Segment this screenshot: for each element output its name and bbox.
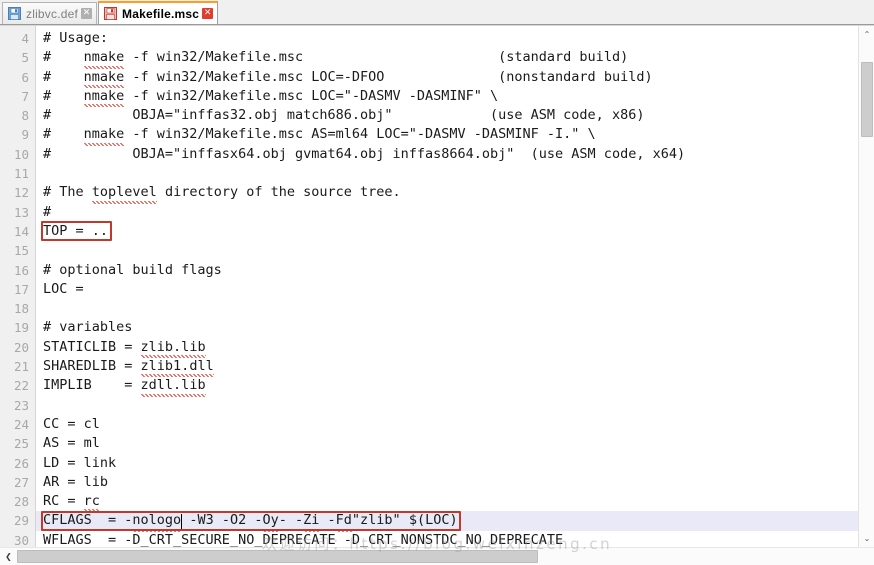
horizontal-scrollbar[interactable]: ❮ [0, 547, 874, 565]
editor-window: zlibvc.def ✕ Makefile.msc ✕ 4 5 6 7 8 9 10 11 12… [0, 0, 874, 565]
line-number: 30 [13, 532, 29, 547]
line-number: 8 [21, 108, 29, 124]
line-number: 26 [13, 455, 29, 471]
line-number: 17 [13, 281, 29, 297]
editor-body: 4 5 6 7 8 9 10 11 12 13 14 15 16 17 18 19 20 21 22 23 24 25 26… [0, 25, 874, 547]
code-line[interactable]: LOC = [36, 280, 858, 299]
scroll-left-icon[interactable]: ❮ [0, 548, 17, 565]
scroll-down-icon[interactable]: ⌄ [859, 530, 874, 547]
code-line[interactable]: # OBJA="inffas32.obj match686.obj" (use … [36, 106, 858, 125]
code-line[interactable]: STATICLIB = zlib.lib [36, 337, 858, 359]
line-number: 6 [21, 69, 29, 85]
scrollbar-corner [858, 548, 874, 565]
code-line[interactable]: IMPLIB = zdll.lib [36, 376, 858, 397]
editor-scroll-region[interactable]: 4 5 6 7 8 9 10 11 12 13 14 15 16 17 18 19 20 21 22 23 24 25 26… [0, 26, 858, 547]
code-line[interactable] [36, 241, 858, 260]
code-line[interactable]: # [36, 203, 858, 222]
code-line[interactable]: # optional build flags [36, 261, 858, 280]
line-number: 23 [13, 397, 29, 413]
vertical-scroll-thumb[interactable] [861, 62, 873, 137]
code-line[interactable]: TOP = .. [36, 222, 858, 241]
code-line[interactable]: # nmake -f win32/Makefile.msc (standard … [36, 48, 858, 69]
line-number: 14 [13, 223, 29, 239]
code-line[interactable]: WFLAGS = -D_CRT_SECURE_NO_DEPRECATE -D_C… [36, 531, 858, 547]
code-text-area[interactable]: # Usage: # nmake -f win32/Makefile.msc (s… [36, 26, 858, 547]
horizontal-scroll-thumb[interactable] [17, 550, 539, 563]
line-number: 27 [13, 474, 29, 490]
scroll-up-icon[interactable]: ⌃ [859, 26, 874, 43]
line-number: 25 [13, 436, 29, 452]
tab-label: zlibvc.def [26, 6, 79, 21]
code-line[interactable]: # The toplevel directory of the source t… [36, 183, 858, 204]
line-number: 9 [21, 127, 29, 143]
line-number: 5 [21, 50, 29, 66]
tab-makefile-msc[interactable]: Makefile.msc ✕ [98, 1, 219, 24]
line-number: 10 [13, 146, 29, 162]
line-number-gutter: 4 5 6 7 8 9 10 11 12 13 14 15 16 17 18 19 20 21 22 23 24 25 26… [0, 26, 36, 547]
code-line[interactable]: LD = link [36, 454, 858, 473]
line-number: 24 [13, 416, 29, 432]
vertical-scrollbar[interactable]: ⌃ ⌄ [858, 26, 874, 547]
code-line[interactable]: # Usage: [36, 29, 858, 48]
save-disk-icon [8, 7, 21, 20]
line-number: 21 [13, 359, 29, 375]
tab-bar: zlibvc.def ✕ Makefile.msc ✕ [0, 0, 874, 25]
code-line[interactable]: # nmake -f win32/Makefile.msc LOC=-DFOO … [36, 67, 858, 88]
line-number: 12 [13, 185, 29, 201]
line-number: 18 [13, 301, 29, 317]
code-line[interactable]: # OBJA="inffasx64.obj gvmat64.obj inffas… [36, 145, 858, 164]
line-number: 16 [13, 262, 29, 278]
line-number: 13 [13, 204, 29, 220]
line-number: 15 [13, 243, 29, 259]
line-number: 28 [13, 494, 29, 510]
save-disk-icon [104, 7, 118, 20]
code-line[interactable] [36, 396, 858, 415]
code-line[interactable] [36, 164, 858, 183]
code-line[interactable] [36, 299, 858, 318]
line-number: 7 [21, 88, 29, 104]
line-number: 4 [21, 31, 29, 46]
line-number: 29 [13, 513, 29, 529]
code-line[interactable]: AS = ml [36, 434, 858, 453]
code-line[interactable]: # nmake -f win32/Makefile.msc AS=ml64 LO… [36, 125, 858, 146]
code-line[interactable]: # variables [36, 318, 858, 337]
line-number: 22 [13, 378, 29, 394]
tab-zlibvc-def[interactable]: zlibvc.def ✕ [2, 2, 98, 24]
code-line[interactable]: # nmake -f win32/Makefile.msc LOC="-DASM… [36, 86, 858, 108]
horizontal-scroll-track[interactable] [17, 548, 858, 565]
text-cursor [181, 513, 183, 529]
code-line[interactable]: AR = lib [36, 473, 858, 492]
code-line[interactable]: CC = cl [36, 415, 858, 434]
close-icon[interactable]: ✕ [81, 8, 93, 19]
line-number: 20 [13, 339, 29, 355]
line-number: 19 [13, 320, 29, 336]
line-number: 11 [13, 166, 29, 182]
code-line[interactable]: RC = rc [36, 492, 858, 513]
code-line[interactable]: SHAREDLIB = zlib1.dll [36, 357, 858, 378]
code-line[interactable]: CFLAGS = -nologo -W3 -O2 -Oy- -Zi -Fd"zl… [36, 511, 858, 532]
tab-label: Makefile.msc [122, 6, 200, 21]
close-icon[interactable]: ✕ [202, 8, 214, 19]
